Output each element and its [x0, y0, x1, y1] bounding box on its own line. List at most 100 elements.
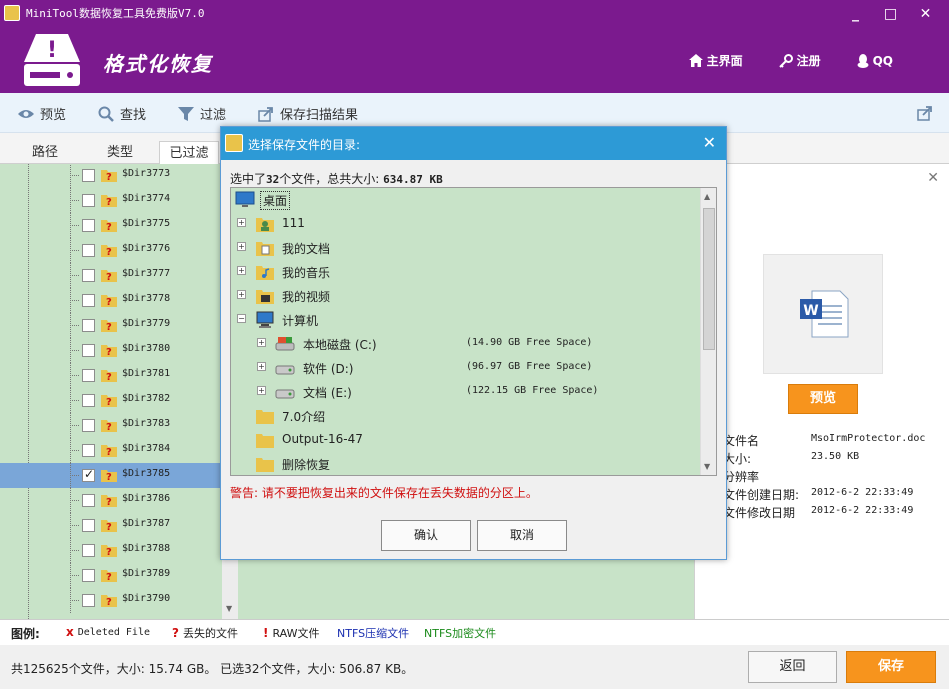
drive-icon — [275, 365, 295, 375]
expand-icon[interactable]: + — [237, 242, 246, 251]
tree-row[interactable]: ? $Dir3786 — [0, 488, 226, 513]
save-scan-label: 保存扫描结果 — [280, 108, 359, 123]
tree-row[interactable]: ? $Dir3777 — [0, 263, 226, 288]
expand-icon[interactable]: + — [237, 290, 246, 299]
lost-folder-icon: ? — [101, 520, 117, 532]
folder-tree-row[interactable]: + 本地磁盘 (C:) (14.90 GB Free Space) — [231, 331, 701, 355]
row-checkbox[interactable] — [82, 419, 95, 432]
lost-folder-icon: ? — [101, 220, 117, 232]
legend-bar: 图例: x Deleted File ? 丢失的文件 ! RAW文件 NTFS压… — [0, 619, 949, 645]
back-button[interactable]: 返回 — [748, 651, 837, 683]
scroll-down-arrow-icon[interactable]: ▼ — [226, 604, 232, 613]
home-link[interactable]: 主界面 — [688, 52, 743, 69]
row-checkbox[interactable] — [82, 319, 95, 332]
tree-row[interactable]: ? $Dir3790 — [0, 588, 226, 613]
folder-tree-row[interactable]: + 我的音乐 — [231, 259, 701, 283]
folder-tree-row[interactable]: + 软件 (D:) (96.97 GB Free Space) — [231, 355, 701, 379]
lost-folder-icon: ? — [101, 470, 117, 482]
tree-row[interactable]: ? $Dir3785 — [0, 463, 226, 488]
tree-row[interactable]: ? $Dir3778 — [0, 288, 226, 313]
row-checkbox[interactable] — [82, 344, 95, 357]
row-checkbox[interactable] — [82, 594, 95, 607]
tree-row[interactable]: ? $Dir3779 — [0, 313, 226, 338]
scroll-thumb[interactable] — [703, 208, 715, 350]
row-checkbox[interactable] — [82, 569, 95, 582]
filter-tool[interactable]: 过滤 — [178, 104, 226, 123]
scroll-down-arrow-icon[interactable]: ▼ — [704, 462, 710, 471]
collapse-icon[interactable]: − — [237, 314, 246, 323]
expand-icon[interactable]: + — [257, 338, 266, 347]
folder-tree-row[interactable]: + 我的文档 — [231, 235, 701, 259]
summary-count: 32 — [266, 173, 280, 186]
folder-tree-row[interactable]: 删除恢复 — [231, 451, 701, 475]
share-export-icon[interactable] — [917, 105, 933, 121]
save-scan-tool[interactable]: 保存扫描结果 — [258, 104, 358, 123]
row-checkbox[interactable] — [82, 269, 95, 282]
row-checkbox[interactable] — [82, 544, 95, 557]
close-preview-icon[interactable]: ✕ — [927, 170, 939, 186]
tree-guide — [70, 325, 79, 326]
row-checkbox[interactable] — [82, 194, 95, 207]
tree-row[interactable]: ? $Dir3773 — [0, 164, 226, 188]
tree-row[interactable]: ? $Dir3776 — [0, 238, 226, 263]
tree-row[interactable]: ? $Dir3784 — [0, 438, 226, 463]
directory-tree[interactable]: ? $Dir3773? $Dir3774? $Dir3775? $Dir3776? $Di… — [0, 164, 238, 619]
lost-folder-icon: ? — [101, 270, 117, 282]
expand-icon[interactable]: + — [257, 386, 266, 395]
row-checkbox[interactable] — [82, 294, 95, 307]
row-checkbox[interactable] — [82, 244, 95, 257]
tree-row[interactable]: ? $Dir3780 — [0, 338, 226, 363]
preview-button[interactable]: 预览 — [788, 384, 858, 414]
close-button[interactable]: ✕ — [908, 4, 943, 24]
lost-folder-icon: ? — [101, 420, 117, 432]
row-checkbox[interactable] — [82, 494, 95, 507]
tree-row[interactable]: ? $Dir3787 — [0, 513, 226, 538]
folder-tree-row[interactable]: Output-16-47 — [231, 427, 701, 451]
minimize-button[interactable]: _ — [838, 4, 873, 24]
folder-tree-row[interactable]: 7.0介绍 — [231, 403, 701, 427]
folder-icon — [256, 434, 274, 448]
tree-row[interactable]: ? $Dir3789 — [0, 563, 226, 588]
music-folder-icon — [256, 266, 274, 280]
tab-type[interactable]: 类型 — [90, 141, 150, 164]
find-tool[interactable]: 查找 — [98, 104, 146, 123]
tab-path[interactable]: 路径 — [15, 141, 75, 164]
row-checkbox[interactable] — [82, 369, 95, 382]
tree-row[interactable]: ? $Dir3781 — [0, 363, 226, 388]
folder-tree-row[interactable]: 桌面 — [231, 188, 701, 211]
lost-folder-icon: ? — [101, 345, 117, 357]
save-button[interactable]: 保存 — [846, 651, 936, 683]
expand-icon[interactable]: + — [237, 218, 246, 227]
cancel-button[interactable]: 取消 — [477, 520, 567, 551]
maximize-button[interactable]: □ — [873, 4, 908, 24]
scroll-up-arrow-icon[interactable]: ▲ — [704, 192, 710, 201]
confirm-button[interactable]: 确认 — [381, 520, 471, 551]
tab-filtered[interactable]: 已过滤 — [159, 141, 219, 164]
folder-tree-row[interactable]: + 我的视频 — [231, 283, 701, 307]
register-link[interactable]: 注册 — [778, 52, 821, 69]
folder-tree-scrollbar[interactable]: ▲ ▼ — [700, 188, 716, 475]
summary-mid: 个文件，总共大小: — [279, 172, 380, 186]
filter-funnel-icon — [178, 106, 194, 121]
tree-row[interactable]: ? $Dir3775 — [0, 213, 226, 238]
qq-link[interactable]: QQ — [857, 52, 893, 69]
dialog-close-button[interactable]: ✕ — [703, 133, 716, 152]
folder-tree-row[interactable]: + 文档 (E:) (122.15 GB Free Space) — [231, 379, 701, 403]
row-checkbox[interactable] — [82, 444, 95, 457]
row-checkbox[interactable] — [82, 394, 95, 407]
tree-row[interactable]: ? $Dir3788 — [0, 538, 226, 563]
row-checkbox[interactable] — [82, 219, 95, 232]
expand-icon[interactable]: + — [257, 362, 266, 371]
lost-folder-icon: ? — [101, 570, 117, 582]
expand-icon[interactable]: + — [237, 266, 246, 275]
tree-row[interactable]: ? $Dir3782 — [0, 388, 226, 413]
folder-tree-row[interactable]: +111 — [231, 211, 701, 235]
preview-tool[interactable]: 预览 — [18, 104, 66, 123]
tree-row[interactable]: ? $Dir3774 — [0, 188, 226, 213]
folder-tree[interactable]: 桌面 +111 + 我的文档 + 我的音乐 + 我的视频 − 计算机 + 本地磁盘 (C:) (14.9… — [230, 187, 717, 476]
row-checkbox[interactable] — [82, 169, 95, 182]
folder-tree-row[interactable]: − 计算机 — [231, 307, 701, 331]
tree-row[interactable]: ? $Dir3783 — [0, 413, 226, 438]
row-checkbox[interactable] — [82, 467, 95, 482]
row-checkbox[interactable] — [82, 519, 95, 532]
